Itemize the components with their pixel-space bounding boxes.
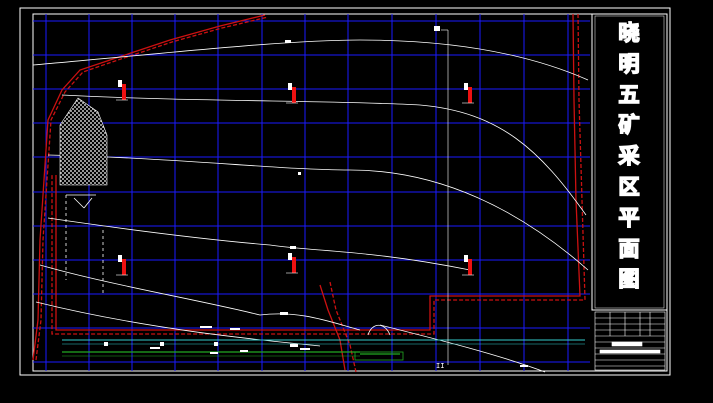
borehole-markers <box>116 80 474 276</box>
vertical-dashed-lines <box>65 195 104 295</box>
hatched-reserve-zone <box>59 97 108 186</box>
title-block-table <box>594 311 666 371</box>
borehole-marker <box>462 83 474 104</box>
annotation-mark <box>290 246 296 249</box>
annotation-mark <box>280 312 288 315</box>
title-char: 面 <box>618 236 641 261</box>
table-border <box>594 311 666 371</box>
annotation-mark <box>150 347 160 349</box>
table-title-cell <box>599 349 661 354</box>
title-char: 矿 <box>618 113 641 138</box>
annotation-mark <box>200 326 212 328</box>
annotation-mark <box>285 40 291 43</box>
sheet-label: II <box>436 362 445 370</box>
annotation-mark <box>230 328 240 330</box>
annotation-mark <box>214 342 218 346</box>
main-roadway <box>62 26 585 365</box>
annotation-mark <box>298 172 301 175</box>
title-char: 平 <box>618 205 641 230</box>
table-title-cell <box>611 341 643 347</box>
shaft-marker <box>66 194 96 209</box>
title-char: 五 <box>618 82 641 107</box>
borehole-marker <box>286 83 298 104</box>
annotation-mark <box>160 342 164 346</box>
borehole-marker <box>116 255 128 276</box>
annotation-mark <box>300 348 310 350</box>
annotation-mark <box>290 344 298 347</box>
annotation-mark <box>520 365 528 367</box>
title-char: 图 <box>618 267 641 292</box>
drawing-title: 晓明五矿采区平面图 <box>598 18 660 308</box>
contour-lines <box>32 39 589 373</box>
title-char: 晓 <box>618 20 641 45</box>
annotation-mark <box>104 342 108 346</box>
title-char: 区 <box>618 174 641 199</box>
title-char: 采 <box>618 143 641 169</box>
title-char: 明 <box>618 51 641 76</box>
annotation-mark <box>210 352 218 354</box>
annotation-mark <box>240 350 248 352</box>
borehole-marker <box>286 253 298 274</box>
borehole-marker <box>462 255 474 276</box>
mining-boundary <box>32 13 586 373</box>
